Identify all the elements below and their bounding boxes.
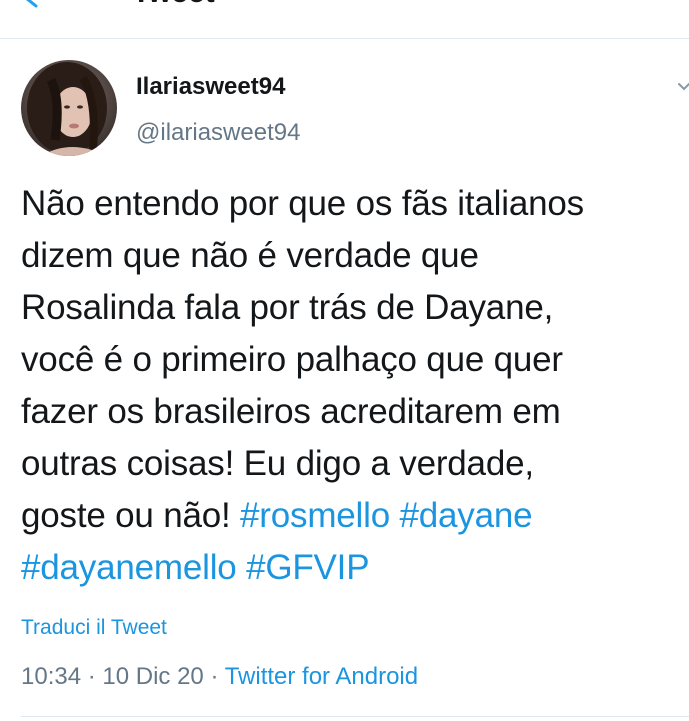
hashtag-link[interactable]: #GFVIP: [246, 548, 369, 587]
tweet-time: 10:34: [21, 663, 82, 690]
author-display-name[interactable]: Ilariasweet94: [136, 73, 285, 101]
meta-separator: ·: [81, 663, 103, 690]
tweet-line: Rosalinda fala por trás de Dayane,: [21, 288, 554, 327]
app-bar: Tweet: [0, 0, 689, 39]
back-arrow-icon[interactable]: [22, 0, 66, 10]
hashtag-link[interactable]: #rosmello: [240, 496, 390, 535]
page-title: Tweet: [132, 0, 215, 8]
tweet-detail-page: Tweet Ilariasweet9: [0, 0, 689, 721]
tweet-line: #dayanemello #GFVIP: [21, 542, 681, 594]
translate-tweet-link[interactable]: Traduci il Tweet: [21, 615, 167, 641]
tweet-line: goste ou não! #rosmello #dayane: [21, 490, 681, 542]
author-handle[interactable]: @ilariasweet94: [136, 119, 300, 147]
tweet-line: você é o primeiro palhaço que quer: [21, 340, 563, 379]
tweet-line-text: goste ou não!: [21, 496, 241, 535]
divider: [21, 716, 689, 717]
tweet-source-link[interactable]: Twitter for Android: [225, 663, 418, 690]
chevron-down-icon[interactable]: [676, 78, 689, 94]
tweet-text: Não entendo por que os fãs italianos diz…: [21, 178, 681, 594]
hashtag-link[interactable]: #dayanemello: [21, 548, 237, 587]
meta-separator: ·: [203, 663, 225, 690]
tweet-meta: 10:34 · 10 Dic 20 · Twitter for Android: [21, 662, 418, 692]
tweet-line: Não entendo por que os fãs italianos: [21, 184, 584, 223]
tweet-line: dizem que não é verdade que: [21, 236, 479, 275]
tweet-line: outras coisas! Eu digo a verdade,: [21, 444, 534, 483]
tweet-line: fazer os brasileiros acreditarem em: [21, 392, 561, 431]
profile-photo: [21, 60, 117, 156]
hashtag-link[interactable]: #dayane: [400, 496, 533, 535]
avatar[interactable]: [21, 60, 117, 156]
tweet-date: 10 Dic 20: [102, 663, 204, 690]
